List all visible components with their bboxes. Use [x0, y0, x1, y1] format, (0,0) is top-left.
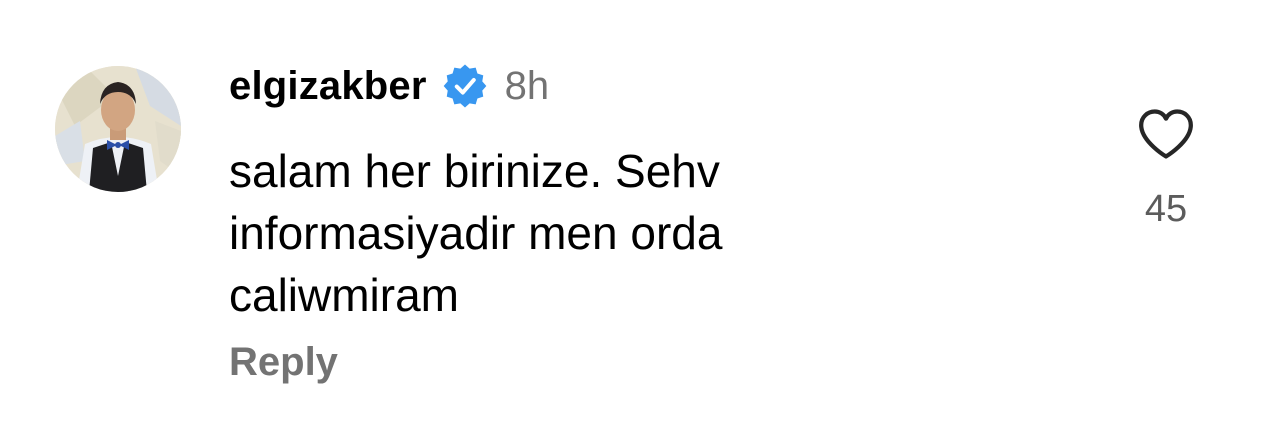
comment-text-line: caliwmiram — [229, 269, 459, 321]
avatar-image — [55, 66, 181, 192]
like-section: 45 — [1130, 108, 1202, 231]
verified-badge-icon — [443, 64, 487, 108]
heart-outline-icon[interactable] — [1137, 108, 1195, 160]
timestamp: 8h — [504, 63, 550, 108]
comment-header: elgizakber 8h — [229, 58, 549, 114]
comment-item: elgizakber 8h salam her birinize. Sehv i… — [0, 0, 1264, 430]
username[interactable]: elgizakber — [229, 64, 427, 109]
comment-text-line: salam her birinize. Sehv — [229, 145, 720, 197]
like-count: 45 — [1144, 188, 1188, 230]
avatar[interactable] — [55, 66, 181, 192]
comment-text-line: informasiyadir men orda — [229, 207, 723, 259]
reply-button[interactable]: Reply — [229, 340, 338, 385]
comment-text: salam her birinize. Sehv informasiyadir … — [229, 140, 929, 326]
